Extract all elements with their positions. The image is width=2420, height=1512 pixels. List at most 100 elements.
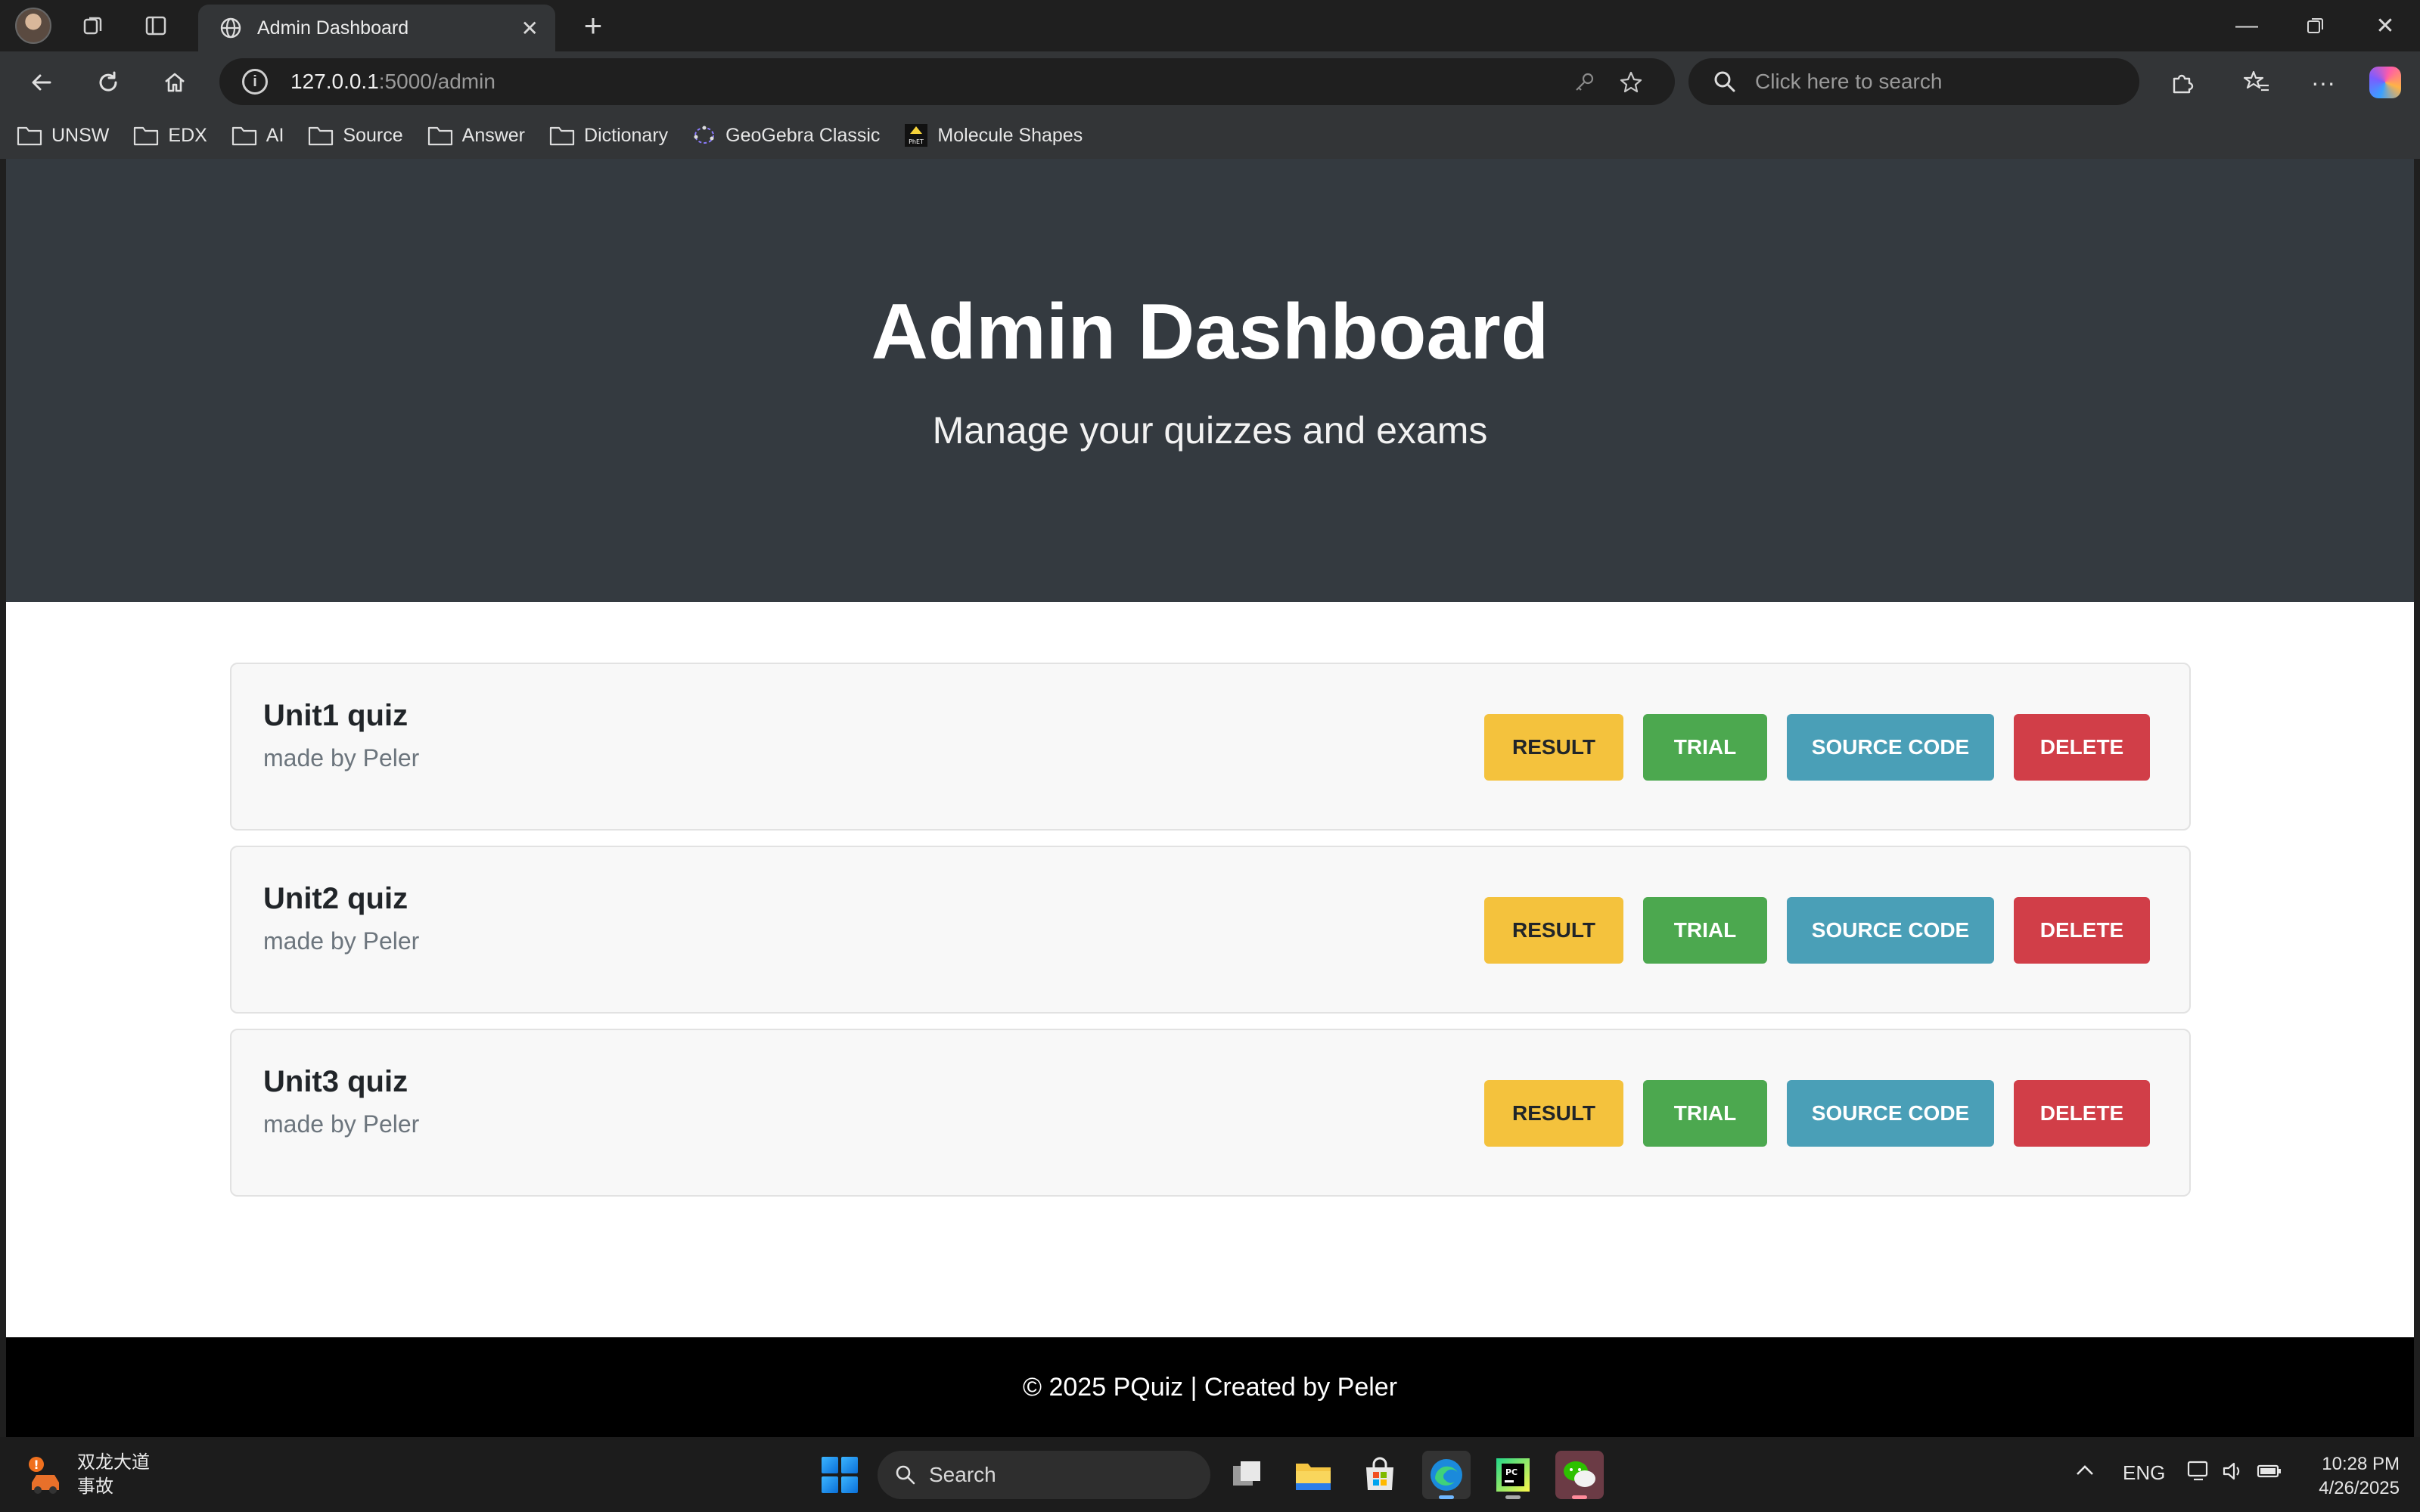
file-explorer-icon[interactable] [1289, 1451, 1337, 1499]
url-path: :5000/admin [378, 70, 495, 93]
bookmark-edx[interactable]: EDX [133, 124, 207, 147]
copilot-icon[interactable] [2369, 67, 2401, 98]
volume-icon[interactable] [2221, 1460, 2244, 1488]
quiz-author: made by Peler [263, 927, 420, 955]
minimize-icon[interactable]: — [2220, 6, 2273, 45]
quiz-title: Unit1 quiz [263, 699, 409, 732]
microsoft-store-icon[interactable] [1356, 1451, 1404, 1499]
source-code-button[interactable]: SOURCE CODE [1787, 897, 1994, 964]
bookmark-label: EDX [168, 124, 207, 146]
favorite-star-icon[interactable] [1616, 67, 1646, 98]
search-icon [1714, 71, 1735, 92]
battery-icon[interactable] [2256, 1460, 2283, 1488]
page-footer: © 2025 PQuiz | Created by Peler [6, 1337, 2414, 1437]
home-icon[interactable] [154, 62, 195, 103]
svg-text:PC: PC [1505, 1467, 1518, 1477]
traffic-alert-icon: ! [21, 1452, 67, 1498]
windows-start-icon[interactable] [822, 1457, 858, 1493]
bookmarks-bar: UNSW EDX AI Source Answer Dictionary Geo… [0, 112, 2420, 159]
svg-text:!: ! [33, 1458, 39, 1472]
quiz-title: Unit2 quiz [263, 882, 409, 915]
globe-icon [218, 15, 244, 41]
bookmark-label: Source [343, 124, 403, 146]
bookmark-source[interactable]: Source [308, 124, 403, 147]
restore-icon[interactable] [2289, 6, 2342, 45]
site-info-icon[interactable]: i [242, 69, 268, 95]
bookmark-geogebra[interactable]: GeoGebra Classic [692, 123, 880, 147]
folder-icon [134, 126, 159, 146]
show-hidden-icons-chevron-icon[interactable] [2074, 1460, 2095, 1483]
workspaces-icon[interactable] [74, 6, 113, 45]
edge-browser-icon[interactable] [1422, 1451, 1471, 1499]
favorites-icon[interactable] [2236, 62, 2277, 103]
bookmark-molecule-shapes[interactable]: PhET Molecule Shapes [904, 123, 1083, 147]
browser-search-box[interactable] [1688, 58, 2139, 105]
phet-icon: PhET [905, 124, 928, 147]
result-button[interactable]: RESULT [1484, 897, 1623, 964]
trial-button[interactable]: TRIAL [1643, 714, 1767, 781]
folder-icon [427, 126, 452, 146]
bookmark-label: AI [266, 124, 284, 146]
clock-date: 4/26/2025 [2319, 1478, 2400, 1498]
traffic-widget[interactable]: ! 双龙大道 事故 [21, 1451, 150, 1499]
bookmark-ai[interactable]: AI [231, 124, 284, 147]
new-tab-icon[interactable]: + [573, 6, 613, 45]
more-options-icon[interactable]: ··· [2303, 62, 2344, 103]
bookmark-answer[interactable]: Answer [427, 124, 525, 147]
quiz-card-unit2: Unit2 quiz made by Peler RESULT TRIAL SO… [230, 846, 2191, 1014]
vertical-tabs-icon[interactable] [136, 6, 176, 45]
page-title: Admin Dashboard [871, 288, 1549, 376]
network-icon[interactable] [2186, 1460, 2212, 1488]
close-window-icon[interactable]: ✕ [2359, 6, 2412, 45]
quiz-title: Unit3 quiz [263, 1065, 409, 1098]
quiz-author: made by Peler [263, 1110, 420, 1138]
quiz-card-unit1: Unit1 quiz made by Peler RESULT TRIAL SO… [230, 663, 2191, 831]
result-button[interactable]: RESULT [1484, 714, 1623, 781]
trial-button[interactable]: TRIAL [1643, 1080, 1767, 1147]
back-icon[interactable] [21, 62, 62, 103]
result-button[interactable]: RESULT [1484, 1080, 1623, 1147]
folder-icon [17, 126, 42, 146]
delete-button[interactable]: DELETE [2014, 714, 2150, 781]
clock-time: 10:28 PM [2322, 1454, 2400, 1474]
source-code-button[interactable]: SOURCE CODE [1787, 714, 1994, 781]
svg-text:PhET: PhET [909, 138, 924, 145]
bookmark-unsw[interactable]: UNSW [17, 124, 109, 147]
browser-toolbar: i 127.0.0.1:5000/admin ··· [0, 51, 2420, 112]
trial-button[interactable]: TRIAL [1643, 897, 1767, 964]
password-key-icon[interactable] [1569, 67, 1599, 98]
language-indicator[interactable]: ENG [2123, 1461, 2165, 1485]
search-icon [896, 1465, 915, 1485]
tab-admin-dashboard[interactable]: Admin Dashboard ✕ [198, 5, 555, 51]
traffic-location: 双龙大道 [77, 1452, 150, 1473]
folder-icon [309, 126, 334, 146]
page-subtitle: Manage your quizzes and exams [932, 409, 1488, 452]
bookmark-label: UNSW [51, 124, 110, 146]
geogebra-icon [694, 126, 715, 144]
wechat-icon[interactable] [1555, 1451, 1604, 1499]
tab-title: Admin Dashboard [257, 17, 409, 39]
delete-button[interactable]: DELETE [2014, 1080, 2150, 1147]
page-viewport: Admin Dashboard Manage your quizzes and … [6, 159, 2414, 1437]
address-bar[interactable]: i 127.0.0.1:5000/admin [219, 58, 1675, 105]
pycharm-icon[interactable]: PC [1489, 1451, 1537, 1499]
delete-button[interactable]: DELETE [2014, 897, 2150, 964]
extensions-icon[interactable] [2162, 62, 2203, 103]
quiz-card-unit3: Unit3 quiz made by Peler RESULT TRIAL SO… [230, 1029, 2191, 1197]
source-code-button[interactable]: SOURCE CODE [1787, 1080, 1994, 1147]
traffic-status: 事故 [77, 1476, 113, 1497]
taskbar-search-label: Search [929, 1463, 996, 1486]
quiz-author: made by Peler [263, 744, 420, 772]
folder-icon [231, 126, 256, 146]
url-host: 127.0.0.1 [290, 70, 379, 93]
taskbar-search[interactable]: Search [878, 1451, 1210, 1499]
bookmark-dictionary[interactable]: Dictionary [549, 124, 668, 147]
task-view-icon[interactable] [1222, 1451, 1271, 1499]
bookmark-label: Dictionary [584, 124, 669, 146]
profile-avatar[interactable] [15, 8, 51, 44]
close-tab-icon[interactable]: ✕ [521, 16, 539, 41]
bookmark-label: Answer [461, 124, 526, 146]
browser-search-input[interactable] [1755, 70, 2118, 94]
system-clock[interactable]: 10:28 PM 4/26/2025 [2306, 1452, 2400, 1501]
refresh-icon[interactable] [88, 62, 129, 103]
